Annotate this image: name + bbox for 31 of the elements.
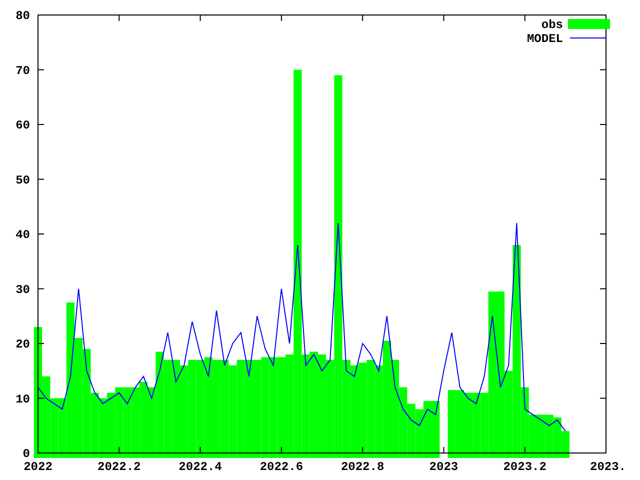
- bar: [50, 398, 58, 458]
- x-tick-label: 2022.4: [178, 460, 222, 474]
- y-tick-label: 80: [16, 9, 30, 23]
- x-tick-label: 2022.6: [260, 460, 304, 474]
- x-tick-label: 2023.2: [503, 460, 546, 474]
- legend-label: obs: [541, 18, 563, 32]
- legend-swatch: [568, 19, 610, 29]
- x-tick-label: 2022: [24, 460, 52, 474]
- x-tick-label: 2022.2: [98, 460, 141, 474]
- bar: [407, 404, 416, 458]
- y-tick-label: 30: [16, 282, 30, 297]
- bar: [472, 392, 480, 458]
- y-tick-label: 20: [16, 338, 30, 352]
- y-tick-label: 40: [16, 228, 30, 242]
- bar: [399, 387, 408, 458]
- bar: [432, 400, 440, 458]
- y-tick-label: 0: [22, 447, 30, 461]
- y-tick-label: 70: [16, 64, 30, 78]
- bar: [123, 387, 132, 458]
- bar: [448, 390, 456, 458]
- bar: [115, 387, 124, 458]
- bar: [537, 414, 546, 458]
- x-tick-label: 2023: [429, 460, 458, 474]
- y-tick-label: 60: [16, 118, 30, 132]
- x-tick-label: 2023.: [590, 460, 626, 474]
- y-tick-label: 10: [16, 392, 30, 406]
- bar: [545, 414, 554, 458]
- x-tick-label: 2022.8: [340, 460, 384, 474]
- legend-label: MODEL: [526, 32, 563, 46]
- y-tick-label: 50: [16, 173, 30, 188]
- bar: [464, 392, 472, 458]
